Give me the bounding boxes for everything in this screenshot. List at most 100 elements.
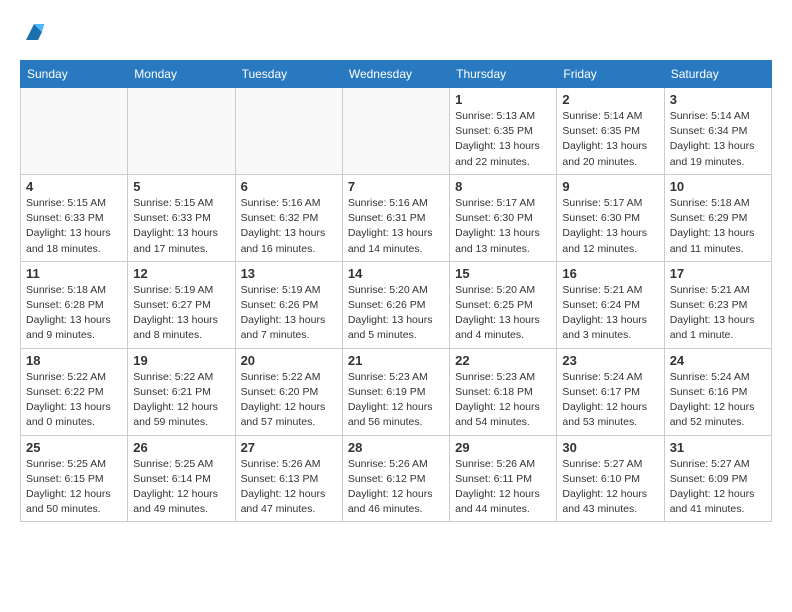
- logo-icon: [22, 20, 46, 44]
- day-cell: 29 Sunrise: 5:26 AMSunset: 6:11 PMDayligh…: [450, 435, 557, 522]
- day-info: Sunrise: 5:22 AMSunset: 6:21 PMDaylight:…: [133, 370, 229, 431]
- day-number: 10: [670, 179, 766, 194]
- week-row-3: 11Sunrise: 5:18 AMSunset: 6:28 PMDayligh…: [21, 261, 772, 348]
- day-cell: [128, 88, 235, 175]
- day-number: 2: [562, 92, 658, 107]
- weekday-header-friday: Friday: [557, 61, 664, 88]
- day-info: Sunrise: 5:20 AMSunset: 6:25 PMDaylight:…: [455, 283, 551, 344]
- day-cell: 1 Sunrise: 5:13 AMSunset: 6:35 PMDaylight…: [450, 88, 557, 175]
- weekday-header-tuesday: Tuesday: [235, 61, 342, 88]
- weekday-header-wednesday: Wednesday: [342, 61, 449, 88]
- week-row-4: 18 Sunrise: 5:22 AMSunset: 6:22 PMDayligh…: [21, 348, 772, 435]
- weekday-header-thursday: Thursday: [450, 61, 557, 88]
- day-cell: 30 Sunrise: 5:27 AMSunset: 6:10 PMDayligh…: [557, 435, 664, 522]
- day-cell: 14Sunrise: 5:20 AMSunset: 6:26 PMDayligh…: [342, 261, 449, 348]
- day-cell: 8Sunrise: 5:17 AMSunset: 6:30 PMDaylight…: [450, 174, 557, 261]
- day-cell: 19 Sunrise: 5:22 AMSunset: 6:21 PMDayligh…: [128, 348, 235, 435]
- day-cell: 6 Sunrise: 5:16 AMSunset: 6:32 PMDaylight…: [235, 174, 342, 261]
- day-number: 5: [133, 179, 229, 194]
- day-info: Sunrise: 5:23 AMSunset: 6:18 PMDaylight:…: [455, 370, 551, 431]
- day-cell: 2 Sunrise: 5:14 AMSunset: 6:35 PMDaylight…: [557, 88, 664, 175]
- day-number: 24: [670, 353, 766, 368]
- day-cell: 7 Sunrise: 5:16 AMSunset: 6:31 PMDaylight…: [342, 174, 449, 261]
- day-cell: 16Sunrise: 5:21 AMSunset: 6:24 PMDayligh…: [557, 261, 664, 348]
- day-cell: 26 Sunrise: 5:25 AMSunset: 6:14 PMDayligh…: [128, 435, 235, 522]
- day-cell: 22 Sunrise: 5:23 AMSunset: 6:18 PMDayligh…: [450, 348, 557, 435]
- day-cell: 4 Sunrise: 5:15 AMSunset: 6:33 PMDaylight…: [21, 174, 128, 261]
- day-info: Sunrise: 5:17 AMSunset: 6:30 PMDaylight:…: [455, 196, 551, 257]
- day-info: Sunrise: 5:22 AMSunset: 6:22 PMDaylight:…: [26, 370, 122, 431]
- day-number: 23: [562, 353, 658, 368]
- day-cell: 11Sunrise: 5:18 AMSunset: 6:28 PMDayligh…: [21, 261, 128, 348]
- weekday-header-saturday: Saturday: [664, 61, 771, 88]
- day-cell: 9Sunrise: 5:17 AMSunset: 6:30 PMDaylight…: [557, 174, 664, 261]
- day-cell: 17 Sunrise: 5:21 AMSunset: 6:23 PMDayligh…: [664, 261, 771, 348]
- day-cell: [342, 88, 449, 175]
- day-number: 30: [562, 440, 658, 455]
- day-info: Sunrise: 5:19 AMSunset: 6:27 PMDaylight:…: [133, 283, 229, 344]
- weekday-header-row: SundayMondayTuesdayWednesdayThursdayFrid…: [21, 61, 772, 88]
- day-number: 13: [241, 266, 337, 281]
- day-number: 25: [26, 440, 122, 455]
- day-number: 14: [348, 266, 444, 281]
- day-cell: [235, 88, 342, 175]
- day-cell: 20Sunrise: 5:22 AMSunset: 6:20 PMDayligh…: [235, 348, 342, 435]
- day-cell: 31 Sunrise: 5:27 AMSunset: 6:09 PMDayligh…: [664, 435, 771, 522]
- day-cell: 13 Sunrise: 5:19 AMSunset: 6:26 PMDayligh…: [235, 261, 342, 348]
- day-info: Sunrise: 5:24 AMSunset: 6:17 PMDaylight:…: [562, 370, 658, 431]
- day-number: 4: [26, 179, 122, 194]
- day-cell: 12Sunrise: 5:19 AMSunset: 6:27 PMDayligh…: [128, 261, 235, 348]
- day-info: Sunrise: 5:26 AMSunset: 6:12 PMDaylight:…: [348, 457, 444, 518]
- day-info: Sunrise: 5:23 AMSunset: 6:19 PMDaylight:…: [348, 370, 444, 431]
- day-cell: 28 Sunrise: 5:26 AMSunset: 6:12 PMDayligh…: [342, 435, 449, 522]
- day-info: Sunrise: 5:25 AMSunset: 6:15 PMDaylight:…: [26, 457, 122, 518]
- day-info: Sunrise: 5:21 AMSunset: 6:23 PMDaylight:…: [670, 283, 766, 344]
- day-info: Sunrise: 5:27 AMSunset: 6:10 PMDaylight:…: [562, 457, 658, 518]
- day-info: Sunrise: 5:14 AMSunset: 6:35 PMDaylight:…: [562, 109, 658, 170]
- day-info: Sunrise: 5:16 AMSunset: 6:32 PMDaylight:…: [241, 196, 337, 257]
- day-info: Sunrise: 5:14 AMSunset: 6:34 PMDaylight:…: [670, 109, 766, 170]
- day-cell: 18 Sunrise: 5:22 AMSunset: 6:22 PMDayligh…: [21, 348, 128, 435]
- logo: [20, 20, 46, 44]
- day-number: 17: [670, 266, 766, 281]
- day-cell: 25 Sunrise: 5:25 AMSunset: 6:15 PMDayligh…: [21, 435, 128, 522]
- day-number: 15: [455, 266, 551, 281]
- day-cell: 24Sunrise: 5:24 AMSunset: 6:16 PMDayligh…: [664, 348, 771, 435]
- day-number: 20: [241, 353, 337, 368]
- week-row-5: 25 Sunrise: 5:25 AMSunset: 6:15 PMDayligh…: [21, 435, 772, 522]
- day-number: 3: [670, 92, 766, 107]
- day-number: 7: [348, 179, 444, 194]
- day-number: 19: [133, 353, 229, 368]
- day-info: Sunrise: 5:15 AMSunset: 6:33 PMDaylight:…: [133, 196, 229, 257]
- day-cell: 27Sunrise: 5:26 AMSunset: 6:13 PMDayligh…: [235, 435, 342, 522]
- day-number: 21: [348, 353, 444, 368]
- day-number: 1: [455, 92, 551, 107]
- day-number: 11: [26, 266, 122, 281]
- day-number: 26: [133, 440, 229, 455]
- day-cell: 21 Sunrise: 5:23 AMSunset: 6:19 PMDayligh…: [342, 348, 449, 435]
- day-info: Sunrise: 5:13 AMSunset: 6:35 PMDaylight:…: [455, 109, 551, 170]
- day-info: Sunrise: 5:25 AMSunset: 6:14 PMDaylight:…: [133, 457, 229, 518]
- day-number: 31: [670, 440, 766, 455]
- day-cell: 3 Sunrise: 5:14 AMSunset: 6:34 PMDaylight…: [664, 88, 771, 175]
- day-info: Sunrise: 5:19 AMSunset: 6:26 PMDaylight:…: [241, 283, 337, 344]
- day-number: 29: [455, 440, 551, 455]
- calendar-table: SundayMondayTuesdayWednesdayThursdayFrid…: [20, 60, 772, 522]
- weekday-header-monday: Monday: [128, 61, 235, 88]
- day-cell: 10 Sunrise: 5:18 AMSunset: 6:29 PMDayligh…: [664, 174, 771, 261]
- page-header: [20, 20, 772, 44]
- day-info: Sunrise: 5:26 AMSunset: 6:11 PMDaylight:…: [455, 457, 551, 518]
- day-info: Sunrise: 5:26 AMSunset: 6:13 PMDaylight:…: [241, 457, 337, 518]
- day-cell: 15 Sunrise: 5:20 AMSunset: 6:25 PMDayligh…: [450, 261, 557, 348]
- day-info: Sunrise: 5:18 AMSunset: 6:29 PMDaylight:…: [670, 196, 766, 257]
- day-info: Sunrise: 5:27 AMSunset: 6:09 PMDaylight:…: [670, 457, 766, 518]
- day-info: Sunrise: 5:21 AMSunset: 6:24 PMDaylight:…: [562, 283, 658, 344]
- day-number: 6: [241, 179, 337, 194]
- day-cell: 23 Sunrise: 5:24 AMSunset: 6:17 PMDayligh…: [557, 348, 664, 435]
- day-info: Sunrise: 5:15 AMSunset: 6:33 PMDaylight:…: [26, 196, 122, 257]
- day-number: 28: [348, 440, 444, 455]
- week-row-2: 4 Sunrise: 5:15 AMSunset: 6:33 PMDaylight…: [21, 174, 772, 261]
- day-number: 18: [26, 353, 122, 368]
- day-number: 22: [455, 353, 551, 368]
- day-info: Sunrise: 5:16 AMSunset: 6:31 PMDaylight:…: [348, 196, 444, 257]
